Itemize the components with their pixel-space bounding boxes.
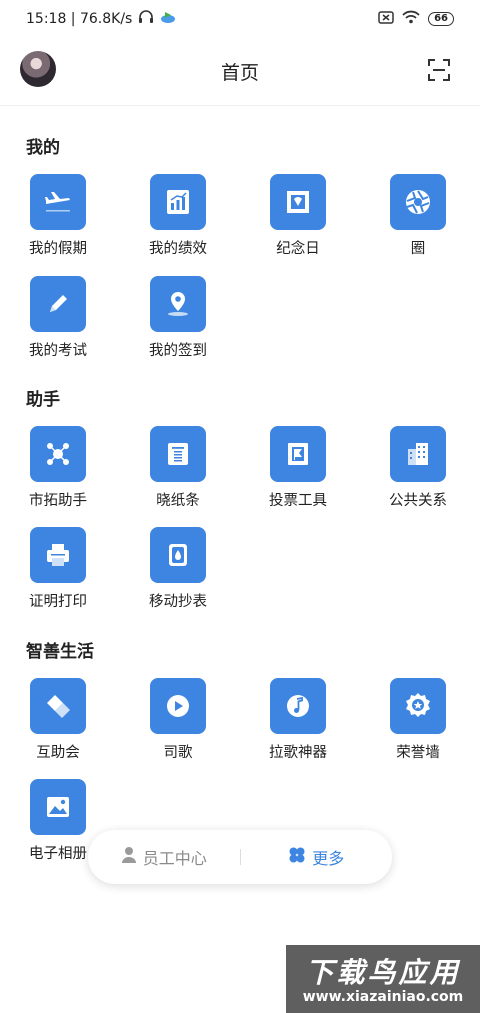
watermark: 下载鸟应用 www.xiazainiao.com — [286, 945, 480, 1013]
clover-icon — [288, 846, 306, 868]
grid-item-label: 晓纸条 — [156, 493, 200, 509]
grid-item-market-assistant[interactable]: 市拓助手 — [0, 426, 120, 522]
building-icon — [390, 426, 446, 482]
status-bar: 15:18 | 76.8K/s 66 — [0, 0, 480, 38]
grid-item-label: 移动抄表 — [149, 594, 207, 610]
note-icon — [150, 426, 206, 482]
grid-item-performance[interactable]: 我的绩效 — [120, 174, 240, 270]
water-meter-icon — [150, 527, 206, 583]
grid-item-note[interactable]: 晓纸条 — [120, 426, 240, 522]
grid-item-label: 证明打印 — [29, 594, 87, 610]
section-title-life: 智善生活 — [26, 642, 94, 662]
grid-item-label: 我的假期 — [29, 241, 87, 257]
photo-icon — [30, 779, 86, 835]
grid-item-public-relations[interactable]: 公共关系 — [360, 426, 480, 522]
stamp-icon — [270, 174, 326, 230]
grid-item-checkin[interactable]: 我的签到 — [120, 276, 240, 372]
staff-center-label: 员工中心 — [142, 849, 207, 868]
header: 首页 — [0, 38, 480, 106]
grid-item-song-tool[interactable]: 拉歌神器 — [240, 678, 360, 774]
grid-item-label: 公共关系 — [389, 493, 447, 509]
printer-icon — [30, 527, 86, 583]
grid-item-label: 互助会 — [36, 745, 80, 761]
grid-item-anniversary[interactable]: 纪念日 — [240, 174, 360, 270]
sim-off-icon — [378, 10, 394, 28]
more-label: 更多 — [312, 849, 345, 868]
play-icon — [150, 678, 206, 734]
flag-icon — [270, 426, 326, 482]
wifi-icon — [402, 10, 420, 28]
app-notification-icon — [160, 10, 176, 28]
grid-item-circle[interactable]: 圈 — [360, 174, 480, 270]
grid-item-mutual-aid[interactable]: 互助会 — [0, 678, 120, 774]
status-time-speed: 15:18 | 76.8K/s — [26, 11, 133, 27]
grid-item-label: 市拓助手 — [29, 493, 87, 509]
grid-item-certificate-print[interactable]: 证明打印 — [0, 527, 120, 623]
music-note-icon — [270, 678, 326, 734]
location-pin-icon — [150, 276, 206, 332]
chart-icon — [150, 174, 206, 230]
status-left: 15:18 | 76.8K/s — [26, 10, 176, 28]
handshake-icon — [30, 678, 86, 734]
grid-item-label: 拉歌神器 — [269, 745, 327, 761]
grid-item-label: 我的考试 — [29, 343, 87, 359]
watermark-url: www.xiazainiao.com — [302, 989, 464, 1005]
grid-item-label: 我的签到 — [149, 343, 207, 359]
grid-item-exam[interactable]: 我的考试 — [0, 276, 120, 372]
grid-item-vote[interactable]: 投票工具 — [240, 426, 360, 522]
more-button[interactable]: 更多 — [241, 845, 393, 869]
watermark-title: 下载鸟应用 — [305, 956, 461, 989]
section-title-assistant: 助手 — [26, 390, 60, 410]
grid-item-honor-wall[interactable]: 荣誉墙 — [360, 678, 480, 774]
page-title: 首页 — [220, 62, 259, 84]
battery-indicator: 66 — [428, 12, 454, 26]
grid-item-label: 投票工具 — [269, 493, 327, 509]
headphones-icon — [138, 10, 154, 28]
network-icon — [30, 426, 86, 482]
grid-item-meter-reading[interactable]: 移动抄表 — [120, 527, 240, 623]
grid-item-company-song[interactable]: 司歌 — [120, 678, 240, 774]
grid-item-label: 荣誉墙 — [396, 745, 440, 761]
section-title-mine: 我的 — [26, 138, 60, 158]
grid-item-label: 司歌 — [163, 745, 193, 761]
aperture-icon — [390, 174, 446, 230]
grid-item-vacation[interactable]: 我的假期 — [0, 174, 120, 270]
person-icon — [121, 846, 137, 868]
pencil-icon — [30, 276, 86, 332]
grid-item-label: 纪念日 — [276, 241, 320, 257]
grid-item-label: 我的绩效 — [149, 241, 207, 257]
grid-item-label: 圈 — [410, 241, 426, 257]
status-right: 66 — [378, 10, 454, 28]
staff-center-button[interactable]: 员工中心 — [88, 845, 240, 869]
airplane-icon — [30, 174, 86, 230]
scan-icon[interactable] — [427, 58, 451, 82]
floating-action-bar: 员工中心 更多 — [88, 830, 392, 884]
medal-icon — [390, 678, 446, 734]
